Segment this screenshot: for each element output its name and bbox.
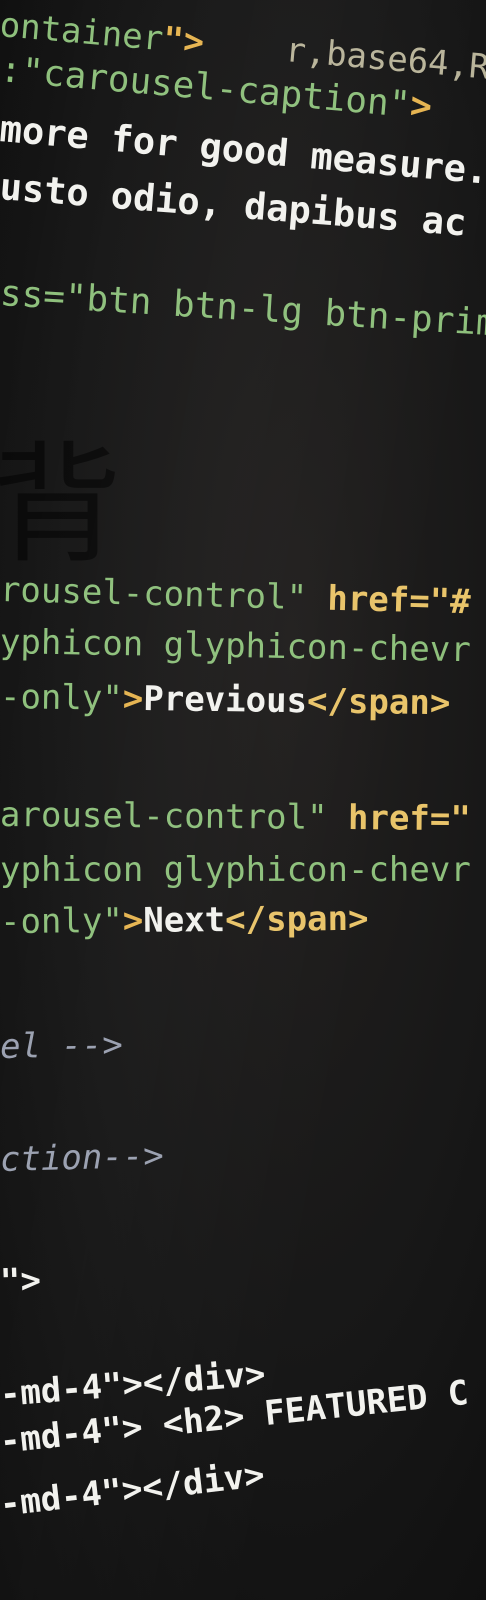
code-token: href=" bbox=[347, 798, 471, 840]
code-token: ss="btn btn-lg btn-prim bbox=[0, 273, 486, 345]
code-token: Next bbox=[143, 900, 226, 941]
code-token: </span> bbox=[306, 681, 451, 724]
code-line: arousel-control" href=" bbox=[0, 795, 471, 840]
code-line: -only">Previous</span> bbox=[0, 677, 451, 724]
code-token: > bbox=[408, 84, 434, 128]
code-token: href="# bbox=[326, 578, 472, 623]
code-line: el --> bbox=[0, 1024, 124, 1067]
watermark-glyph: 背 bbox=[0, 429, 123, 581]
code-line: yphicon glyphicon-chevr bbox=[0, 853, 471, 887]
code-line: rousel-control" href="# bbox=[0, 570, 471, 622]
code-token: yphicon glyphicon-chevr bbox=[0, 850, 471, 890]
code-token: "> bbox=[161, 19, 206, 63]
code-token: > bbox=[122, 900, 144, 941]
code-line: yphicon glyphicon-chevr bbox=[0, 622, 472, 671]
code-screen-photo: 背 ontainer"> r,base64,R0l :"carousel-cap… bbox=[0, 0, 486, 1600]
code-line: ss="btn btn-lg btn-prim bbox=[0, 273, 486, 345]
code-token: yphicon glyphicon-chevr bbox=[0, 622, 472, 671]
code-token: el --> bbox=[0, 1024, 124, 1067]
code-token: rousel-control" bbox=[0, 570, 328, 619]
code-token: -md-4"></div> bbox=[0, 1455, 267, 1525]
code-token: arousel-control" bbox=[0, 795, 349, 839]
code-token: Previous bbox=[143, 679, 308, 722]
code-token: -only" bbox=[0, 677, 124, 719]
code-token: ction--> bbox=[0, 1135, 165, 1180]
code-line: -md-4"></div> bbox=[0, 1455, 267, 1525]
code-token: > bbox=[122, 678, 144, 719]
code-token: </span> bbox=[225, 898, 369, 941]
code-token: "> bbox=[0, 1260, 42, 1302]
code-line: -only">Next</span> bbox=[0, 898, 369, 942]
code-token: -only" bbox=[0, 900, 123, 942]
code-line: ction--> bbox=[0, 1135, 165, 1180]
code-line: "> bbox=[0, 1260, 42, 1302]
